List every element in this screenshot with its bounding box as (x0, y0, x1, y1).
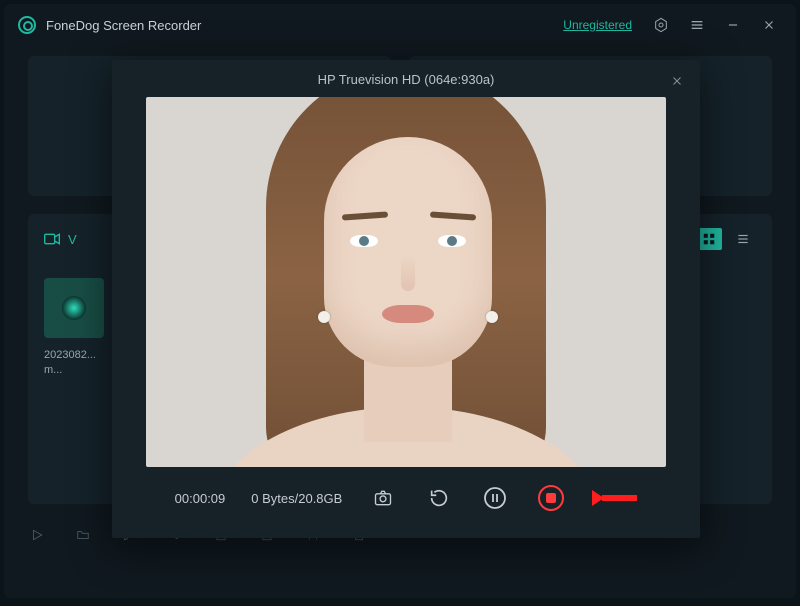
modal-close-button[interactable] (666, 70, 688, 92)
view-list-button[interactable] (730, 228, 756, 250)
section-header: V (68, 232, 77, 247)
webcam-preview (146, 97, 666, 467)
minimize-button[interactable] (720, 12, 746, 38)
app-logo-icon (18, 16, 36, 34)
video-icon (44, 233, 60, 245)
app-window: FoneDog Screen Recorder Unregistered Vid… (4, 4, 796, 598)
app-title: FoneDog Screen Recorder (46, 18, 201, 33)
close-button[interactable] (756, 12, 782, 38)
registration-link[interactable]: Unregistered (563, 18, 632, 32)
recording-controls: 00:00:09 0 Bytes/20.8GB (124, 467, 688, 513)
menu-icon[interactable] (684, 12, 710, 38)
restart-button[interactable] (424, 483, 454, 513)
recording-thumbnail[interactable] (44, 278, 104, 338)
settings-icon[interactable] (648, 12, 674, 38)
pause-button[interactable] (480, 483, 510, 513)
webcam-recording-modal: HP Truevision HD (064e:930a) 00:00:09 0 … (112, 60, 700, 538)
elapsed-time: 00:00:09 (175, 491, 226, 506)
modal-title: HP Truevision HD (064e:930a) (318, 72, 495, 87)
snapshot-button[interactable] (368, 483, 398, 513)
annotation-arrow-icon (592, 491, 637, 505)
storage-info: 0 Bytes/20.8GB (251, 491, 342, 506)
stop-record-button[interactable] (536, 483, 566, 513)
modal-header: HP Truevision HD (064e:930a) (124, 70, 688, 97)
folder-icon[interactable] (74, 526, 92, 544)
titlebar: FoneDog Screen Recorder Unregistered (4, 4, 796, 46)
play-icon[interactable] (28, 526, 46, 544)
